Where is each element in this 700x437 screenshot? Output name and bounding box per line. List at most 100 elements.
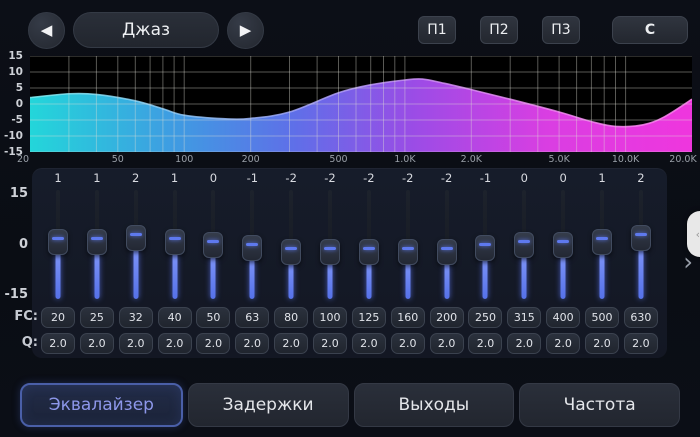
- eq-band: -2802.0: [273, 170, 309, 358]
- band-slider[interactable]: [118, 188, 154, 302]
- band-fc-button[interactable]: 250: [468, 307, 502, 328]
- x-tick-label: 5.0K: [548, 154, 569, 165]
- band-slider-handle[interactable]: [48, 229, 68, 255]
- preset-slot-button-3[interactable]: П3: [542, 16, 580, 44]
- band-slider[interactable]: [273, 188, 309, 302]
- preset-slot-button-1[interactable]: П1: [418, 16, 456, 44]
- band-slider[interactable]: [234, 188, 270, 302]
- slider-fill: [444, 262, 449, 299]
- eq-band: -12502.0: [467, 170, 503, 358]
- tab-frequency[interactable]: Частота: [519, 383, 680, 427]
- band-fc-button[interactable]: 20: [41, 307, 75, 328]
- band-fc-button[interactable]: 125: [352, 307, 386, 328]
- screen-edge-handle[interactable]: ‹: [687, 211, 700, 257]
- band-q-button[interactable]: 2.0: [468, 333, 502, 354]
- band-fc-button[interactable]: 315: [507, 307, 541, 328]
- band-fc-button[interactable]: 25: [80, 307, 114, 328]
- band-q-button[interactable]: 2.0: [274, 333, 308, 354]
- y-tick-label: 15: [0, 50, 23, 62]
- band-slider-handle[interactable]: [437, 239, 457, 265]
- band-slider-handle[interactable]: [359, 239, 379, 265]
- band-fc-button[interactable]: 63: [235, 307, 269, 328]
- band-q-button[interactable]: 2.0: [585, 333, 619, 354]
- band-slider[interactable]: [506, 188, 542, 302]
- band-q-button[interactable]: 2.0: [507, 333, 541, 354]
- eq-band: 1202.0: [40, 170, 76, 358]
- band-slider-handle[interactable]: [203, 232, 223, 258]
- band-slider-handle[interactable]: [398, 239, 418, 265]
- eq-band: -21602.0: [390, 170, 426, 358]
- band-slider[interactable]: [429, 188, 465, 302]
- band-slider-handle[interactable]: [87, 229, 107, 255]
- band-fc-button[interactable]: 200: [430, 307, 464, 328]
- preset-name: Джаз: [122, 20, 170, 40]
- band-q-button[interactable]: 2.0: [313, 333, 347, 354]
- band-fc-button[interactable]: 400: [546, 307, 580, 328]
- slider-fill: [289, 262, 294, 299]
- band-slider-handle[interactable]: [242, 235, 262, 261]
- bands: 1202.01252.02322.01402.00502.0-1632.0-28…: [40, 170, 659, 358]
- band-fc-button[interactable]: 100: [313, 307, 347, 328]
- band-slider-handle[interactable]: [281, 239, 301, 265]
- band-gain-value: -2: [324, 170, 335, 186]
- eq-band: -21252.0: [351, 170, 387, 358]
- band-slider[interactable]: [351, 188, 387, 302]
- handle-indicator: [285, 247, 297, 250]
- band-slider[interactable]: [623, 188, 659, 302]
- band-fc-button[interactable]: 630: [624, 307, 658, 328]
- tab-delays[interactable]: Задержки: [188, 383, 349, 427]
- band-fc-button[interactable]: 50: [196, 307, 230, 328]
- band-q-button[interactable]: 2.0: [352, 333, 386, 354]
- eq-response-graph: [30, 56, 692, 152]
- band-slider[interactable]: [312, 188, 348, 302]
- slider-fill: [600, 252, 605, 299]
- band-q-button[interactable]: 2.0: [624, 333, 658, 354]
- band-slider[interactable]: [545, 188, 581, 302]
- preset-slot-button-2[interactable]: П2: [480, 16, 518, 44]
- band-fc-button[interactable]: 32: [119, 307, 153, 328]
- band-fc-button[interactable]: 40: [158, 307, 192, 328]
- preset-prev-button[interactable]: ◀: [28, 12, 65, 49]
- band-slider-handle[interactable]: [514, 232, 534, 258]
- band-q-button[interactable]: 2.0: [196, 333, 230, 354]
- x-tick-label: 20: [17, 154, 29, 165]
- band-q-button[interactable]: 2.0: [391, 333, 425, 354]
- band-q-button[interactable]: 2.0: [546, 333, 580, 354]
- band-slider-handle[interactable]: [475, 235, 495, 261]
- band-slider-handle[interactable]: [126, 225, 146, 251]
- reset-button[interactable]: C: [612, 16, 688, 44]
- band-slider-handle[interactable]: [553, 232, 573, 258]
- band-slider[interactable]: [40, 188, 76, 302]
- preset-next-button[interactable]: ▶: [227, 12, 264, 49]
- band-fc-button[interactable]: 80: [274, 307, 308, 328]
- band-fc-button[interactable]: 160: [391, 307, 425, 328]
- tab-equalizer[interactable]: Эквалайзер: [20, 383, 183, 427]
- slider-fill: [172, 252, 177, 299]
- band-slider[interactable]: [584, 188, 620, 302]
- preset-selector[interactable]: Джаз: [73, 12, 219, 48]
- x-tick-label: 1.0K: [394, 154, 415, 165]
- band-slider-handle[interactable]: [631, 225, 651, 251]
- tab-outputs[interactable]: Выходы: [354, 383, 515, 427]
- band-slider[interactable]: [467, 188, 503, 302]
- handle-indicator: [130, 233, 142, 236]
- handle-indicator: [557, 240, 569, 243]
- band-slider-handle[interactable]: [165, 229, 185, 255]
- slider-scale-mid: 0: [0, 237, 28, 252]
- band-q-button[interactable]: 2.0: [430, 333, 464, 354]
- band-slider[interactable]: [390, 188, 426, 302]
- band-q-button[interactable]: 2.0: [41, 333, 75, 354]
- band-slider[interactable]: [157, 188, 193, 302]
- top-bar: ◀ Джаз ▶ П1 П2 П3 C: [28, 10, 688, 50]
- band-q-button[interactable]: 2.0: [119, 333, 153, 354]
- band-slider-handle[interactable]: [592, 229, 612, 255]
- band-slider-handle[interactable]: [320, 239, 340, 265]
- band-q-button[interactable]: 2.0: [80, 333, 114, 354]
- band-slider[interactable]: [79, 188, 115, 302]
- handle-indicator: [169, 237, 181, 240]
- band-q-button[interactable]: 2.0: [158, 333, 192, 354]
- handle-indicator: [363, 247, 375, 250]
- band-fc-button[interactable]: 500: [585, 307, 619, 328]
- band-q-button[interactable]: 2.0: [235, 333, 269, 354]
- band-slider[interactable]: [195, 188, 231, 302]
